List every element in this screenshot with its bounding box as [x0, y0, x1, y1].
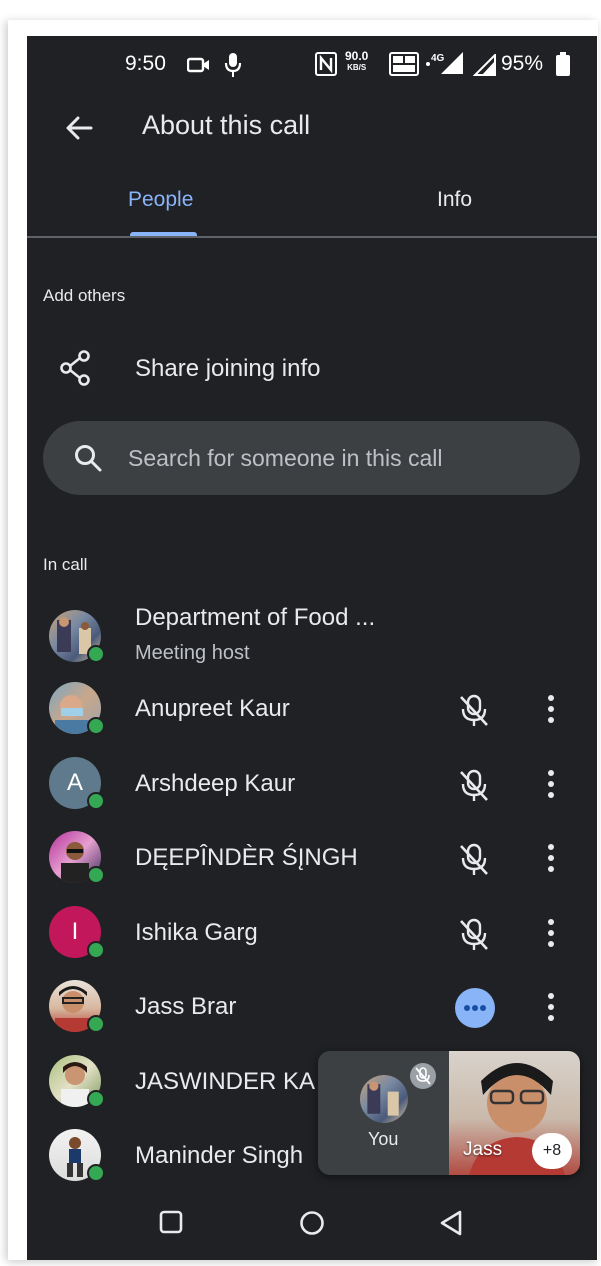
more-participants-badge: +8: [532, 1133, 572, 1169]
more-options-icon[interactable]: [541, 691, 561, 732]
nfc-icon: [315, 52, 337, 81]
more-options-icon[interactable]: [541, 840, 561, 881]
status-time: 9:50: [125, 52, 166, 75]
participant-row[interactable]: Jass Brar: [27, 970, 597, 1044]
more-options-icon[interactable]: [541, 766, 561, 807]
online-status-dot: [87, 792, 105, 810]
mic-off-icon: [455, 766, 493, 809]
search-icon: [73, 443, 103, 478]
in-call-label: In call: [43, 555, 88, 574]
battery-percentage: 95%: [501, 52, 544, 75]
mic-off-icon: [455, 691, 493, 734]
speaking-indicator-icon: [455, 988, 495, 1028]
mic-off-icon: [455, 840, 493, 883]
participant-row[interactable]: Department of Food ... Meeting host: [27, 596, 597, 670]
self-label: You: [368, 1129, 399, 1149]
home-icon[interactable]: [299, 1210, 325, 1241]
online-status-dot: [87, 1090, 105, 1108]
participant-name: Jass Brar: [135, 993, 237, 1020]
online-status-dot: [87, 1164, 105, 1182]
share-icon: [59, 350, 93, 391]
participant-role: Meeting host: [135, 642, 250, 664]
participant-name: Arshdeep Kaur: [135, 770, 296, 797]
self-mic-off-icon: [410, 1063, 436, 1089]
share-joining-info-label: Share joining info: [135, 355, 321, 382]
participant-name: Department of Food ...: [135, 604, 376, 631]
back-triangle-icon[interactable]: [439, 1210, 463, 1241]
participant-name: DĘEPÎNDÈR ŚĮNGH: [135, 844, 358, 871]
online-status-dot: [87, 866, 105, 884]
more-options-icon[interactable]: [541, 915, 561, 956]
participant-row[interactable]: DĘEPÎNDÈR ŚĮNGH: [27, 821, 597, 895]
recent-apps-icon[interactable]: [159, 1210, 183, 1239]
online-status-dot: [87, 717, 105, 735]
microphone-icon: [224, 52, 242, 83]
online-status-dot: [87, 1015, 105, 1033]
participant-row[interactable]: I Ishika Garg: [27, 896, 597, 970]
system-navigation-bar: [27, 1200, 597, 1260]
online-status-dot: [87, 941, 105, 959]
status-bar: 9:50 90.0 KB/S 4G 95%: [27, 36, 597, 92]
active-speaker-name: Jass: [463, 1139, 503, 1160]
battery-icon: [556, 52, 570, 81]
tab-people[interactable]: People: [128, 188, 193, 212]
network-speed-unit: KB/S: [347, 63, 367, 72]
add-others-label: Add others: [43, 286, 126, 305]
search-placeholder: Search for someone in this call: [128, 445, 443, 471]
tab-divider: [27, 236, 597, 238]
mic-off-icon: [455, 915, 493, 958]
network-speed-value: 90.0: [345, 49, 369, 63]
participant-search-input[interactable]: Search for someone in this call: [43, 421, 580, 495]
back-arrow-icon[interactable]: [61, 110, 97, 146]
network-speed: 90.0 KB/S: [345, 49, 369, 73]
tab-info[interactable]: Info: [437, 188, 472, 212]
participant-name: Maninder Singh: [135, 1142, 304, 1169]
picture-in-picture-call-preview[interactable]: You Jass +8: [318, 1051, 580, 1175]
participant-row[interactable]: A Arshdeep Kaur: [27, 747, 597, 821]
phone-screen: 9:50 90.0 KB/S 4G 95% About this call Pe…: [27, 36, 597, 1260]
participant-name: Ishika Garg: [135, 919, 258, 946]
volte-icon: [389, 52, 419, 81]
page-title: About this call: [142, 110, 311, 140]
signal-strength-icon: [472, 52, 497, 81]
participant-row[interactable]: Anupreet Kaur: [27, 672, 597, 746]
svg-text:4G: 4G: [431, 53, 445, 64]
participant-name: Anupreet Kaur: [135, 695, 290, 722]
signal-4g-icon: 4G: [425, 50, 465, 81]
self-avatar: [360, 1075, 408, 1123]
participant-name: JASWINDER KA: [135, 1068, 316, 1095]
more-options-icon[interactable]: [541, 989, 561, 1030]
online-status-dot: [87, 645, 105, 663]
video-camera-icon: [186, 56, 211, 79]
